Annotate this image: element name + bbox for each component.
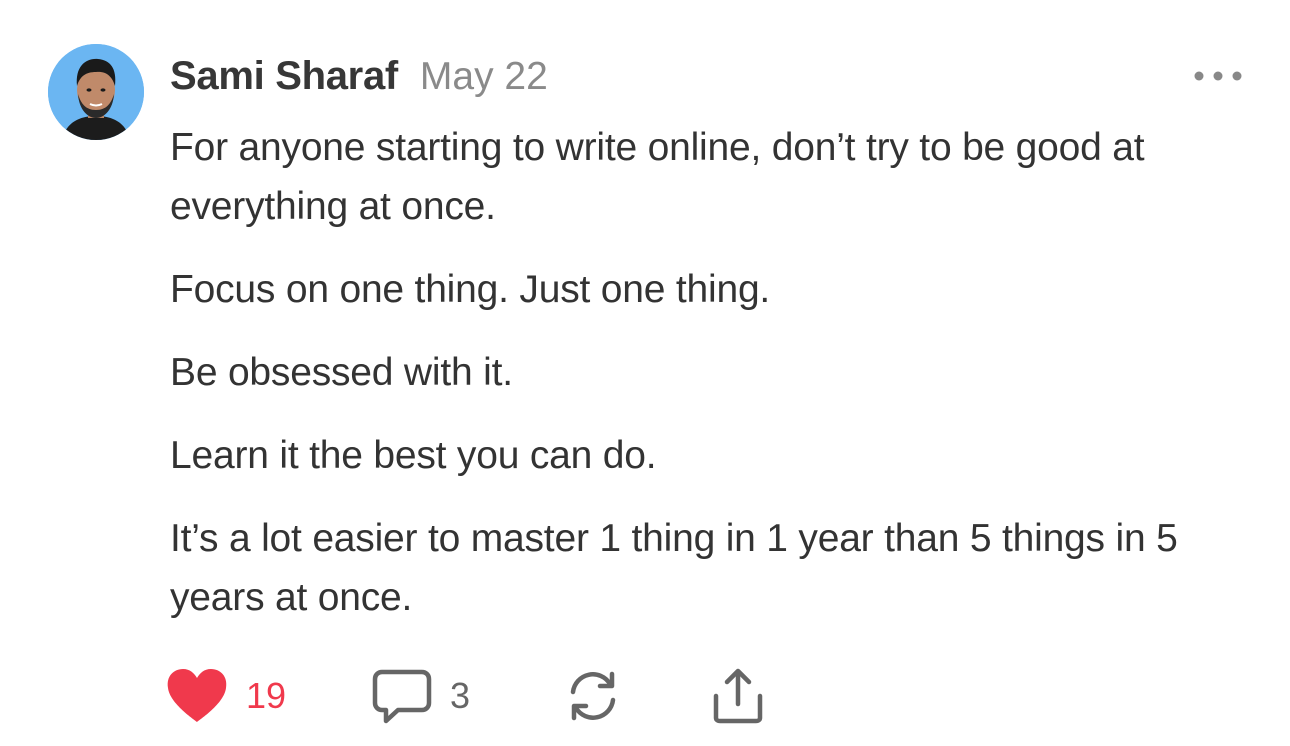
post-header: Sami Sharaf May 22: [170, 54, 548, 100]
share-icon: [713, 668, 763, 724]
comment-count: 3: [450, 675, 471, 716]
post-paragraph: Learn it the best you can do.: [170, 434, 657, 477]
post-paragraph: Be obsessed with it.: [170, 351, 513, 394]
author-name[interactable]: Sami Sharaf: [170, 54, 398, 99]
more-horizontal-icon: [1194, 71, 1242, 81]
heart-icon: [167, 669, 227, 722]
post-date[interactable]: May 22: [420, 55, 548, 99]
avatar-image: [48, 44, 144, 140]
post-paragraph: It’s a lot easier to master 1 thing in 1…: [170, 517, 1178, 619]
comment-bubble-icon: [372, 669, 432, 724]
restack-button[interactable]: [564, 664, 622, 728]
post-paragraph: For anyone starting to write online, don…: [170, 126, 1145, 228]
like-count: 19: [246, 675, 287, 716]
share-button[interactable]: [710, 664, 766, 728]
comment-button[interactable]: 3: [372, 664, 470, 728]
post-paragraph: Focus on one thing. Just one thing.: [170, 268, 771, 311]
post-actions: 19 3: [166, 664, 806, 728]
more-options-button[interactable]: [1190, 60, 1246, 92]
like-button[interactable]: 19: [166, 664, 286, 728]
restack-icon: [570, 671, 616, 721]
post-body: For anyone starting to write online, don…: [170, 118, 1255, 651]
avatar[interactable]: [48, 44, 144, 140]
